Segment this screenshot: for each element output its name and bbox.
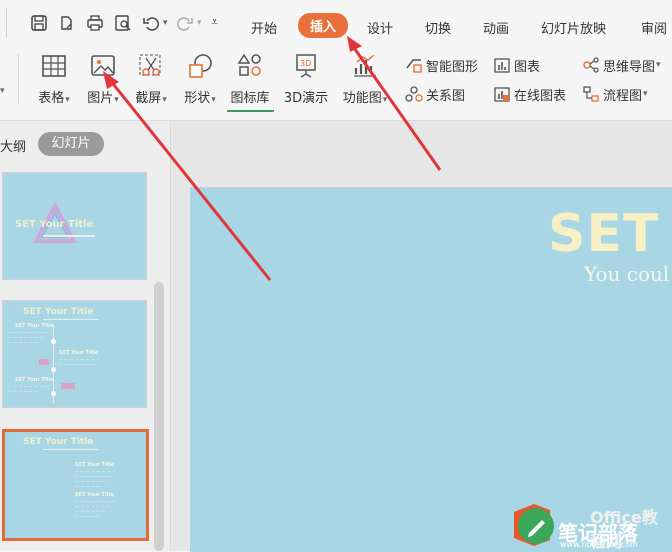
watermark-url: www.notetribe.com bbox=[560, 540, 638, 549]
annotation-arrows bbox=[103, 36, 442, 281]
arrow-to-picture-button bbox=[103, 71, 272, 281]
watermark: Office教程网 笔记部落 www.notetribe.com bbox=[510, 500, 672, 551]
pen-logo-icon bbox=[518, 508, 554, 544]
arrow-to-insert-tab bbox=[347, 36, 442, 171]
